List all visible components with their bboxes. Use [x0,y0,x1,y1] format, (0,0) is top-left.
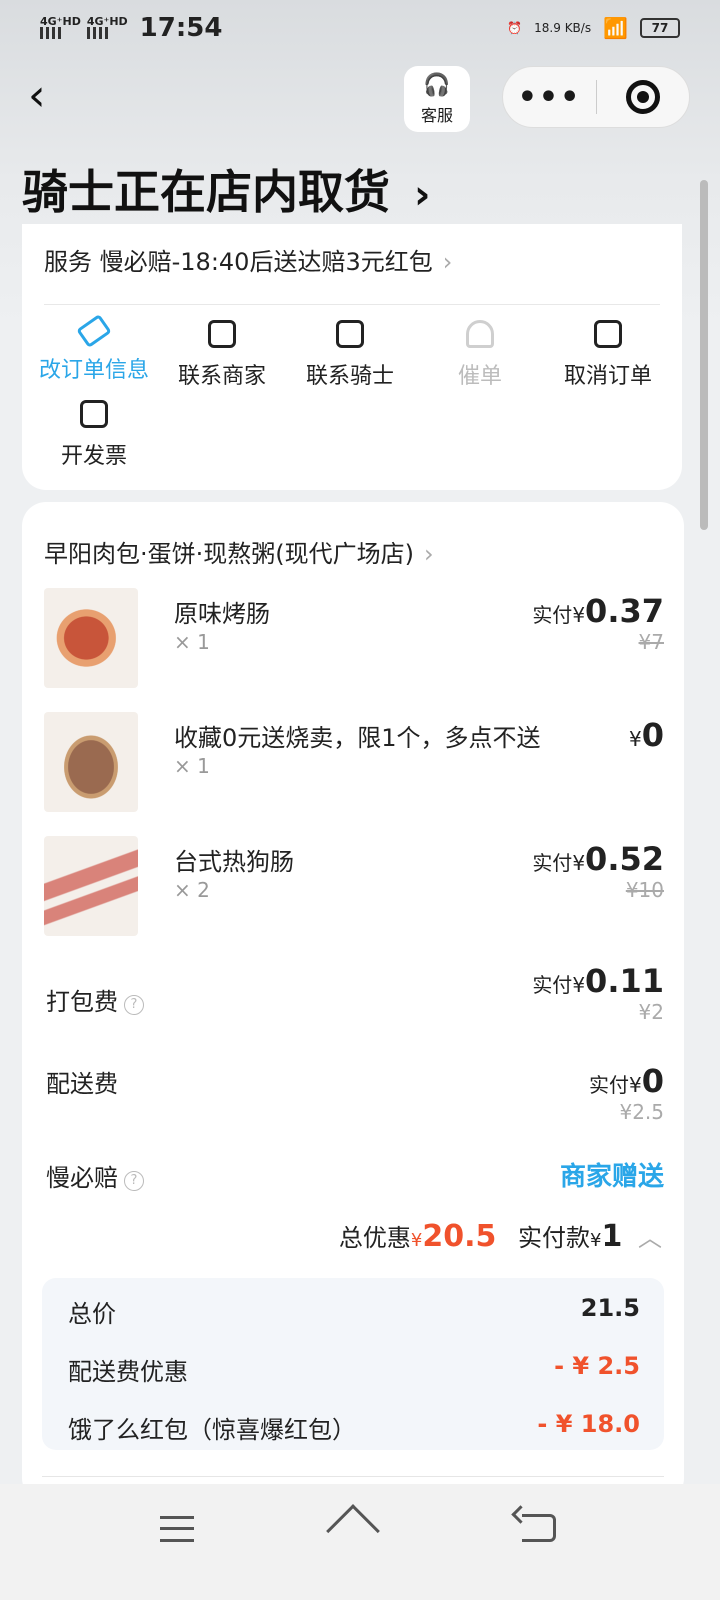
divider [42,1476,664,1477]
alarm-icon: ⏰ [507,21,523,35]
status-time: 17:54 [139,13,223,43]
help-icon[interactable]: ? [124,1171,144,1191]
more-dots-icon: ••• [517,79,582,115]
item-name: 台式热狗肠 [174,848,294,876]
signal-icon-2: 4G⁺HD [86,16,128,41]
close-miniapp-button[interactable] [597,80,689,114]
action-label: 开发票 [60,444,127,469]
customer-service-label: 客服 [420,106,453,125]
item-qty: × 1 [174,630,210,654]
chevron-right-icon: › [442,248,453,276]
chevron-left-icon: ‹ [28,70,46,121]
chat-icon [336,320,364,348]
price-breakdown: 总价 21.5 配送费优惠 - ¥ 2.5 饿了么红包（惊喜爆红包） - ¥ 18.0 [42,1278,664,1450]
item-price: 实付¥0.52 ¥10 [532,840,664,902]
original-price: ¥2.5 [619,1100,664,1124]
item-qty: × 2 [174,878,210,902]
edit-order-button[interactable]: 改订单信息 [30,313,158,384]
home-icon[interactable] [326,1504,380,1558]
shop-name: 早阳肉包·蛋饼·现熬粥(现代广场店) [44,540,414,568]
action-label: 取消订单 [563,364,652,389]
customer-service-button[interactable]: 🎧 客服 [404,66,470,132]
shop-name-row[interactable]: 早阳肉包·蛋饼·现熬粥(现代广场店) › [44,534,434,569]
chevron-right-icon: › [423,540,434,568]
miniapp-capsule: ••• [502,66,690,128]
menu-icon[interactable] [160,1516,194,1542]
bell-icon [466,320,494,348]
action-label: 催单 [457,364,502,389]
list-item[interactable]: 台式热狗肠 × 2 实付¥0.52 ¥10 [44,836,664,936]
original-price: ¥7 [638,630,664,654]
item-price: 实付¥0.37 ¥7 [532,592,664,654]
order-status-title[interactable]: 骑士正在店内取货 › [22,156,431,222]
breakdown-row: 饿了么红包（惊喜爆红包） - ¥ 18.0 [68,1410,640,1444]
original-price: ¥10 [625,878,664,902]
totals-row[interactable]: 总优惠¥20.5 实付款¥1 ︿ [339,1218,662,1254]
wifi-icon: 📶 [603,16,628,40]
chat-icon [208,320,236,348]
original-price: ¥2 [638,1000,664,1024]
delivery-fee-row: 配送费 实付¥0 ¥2.5 [44,1060,664,1130]
net-speed: 18.9 KB/s [534,21,592,35]
slow-comp-value: 商家赠送 [559,1162,664,1192]
paid-value: 1 [601,1219,623,1254]
action-label: 改订单信息 [38,358,149,383]
action-label: 联系商家 [177,364,266,389]
invoice-button[interactable]: 开发票 [30,400,158,470]
product-image [44,836,138,936]
invoice-icon [80,400,108,428]
status-bar: 4G⁺HD 4G⁺HD 17:54 ⏰ 18.9 KB/s 📶 77 [0,0,720,56]
product-image [44,712,138,812]
packing-fee-row: 打包费? 实付¥0.11 ¥2 [44,962,664,1032]
slow-comp-label: 慢必赔 [46,1164,118,1192]
discount-label: 总优惠 [338,1224,411,1252]
headset-icon: 🎧 [423,73,451,98]
target-icon [625,80,660,114]
system-nav-bar [0,1484,720,1600]
urge-order-button[interactable]: 催单 [416,320,544,390]
scrollbar[interactable] [700,180,708,530]
delivery-fee-label: 配送费 [46,1070,118,1098]
breakdown-row: 配送费优惠 - ¥ 2.5 [68,1352,640,1386]
list-item[interactable]: 收藏0元送烧卖，限1个，多点不送 × 1 ¥0 [44,712,664,812]
service-text: 服务 慢必赔-18:40后送达赔3元红包 [44,248,433,276]
battery-icon: 77 [640,18,680,38]
order-actions-card: 服务 慢必赔-18:40后送达赔3元红包 › 改订单信息 联系商家 联系骑士 催单… [22,224,682,490]
item-qty: × 1 [174,754,210,778]
back-button[interactable]: ‹ [28,74,68,118]
item-price: ¥0 [629,716,664,754]
back-nav-icon[interactable] [522,1514,556,1542]
paid-label: 实付款 [518,1224,591,1252]
cancel-order-button[interactable]: 取消订单 [544,320,672,390]
item-name: 收藏0元送烧卖，限1个，多点不送 [174,724,541,752]
packing-fee-price: 实付¥0.11 ¥2 [532,962,664,1024]
breakdown-row: 总价 21.5 [68,1294,640,1328]
help-icon[interactable]: ? [124,995,144,1015]
slow-comp-row: 慢必赔? 商家赠送 [44,1156,664,1196]
list-item[interactable]: 原味烤肠 × 1 实付¥0.37 ¥7 [44,588,664,688]
discount-value: 20.5 [422,1219,497,1254]
packing-fee-label: 打包费 [46,988,118,1016]
divider [44,304,660,305]
action-label: 联系骑士 [305,364,394,389]
item-name: 原味烤肠 [174,600,270,628]
delivery-fee-price: 实付¥0 ¥2.5 [589,1062,664,1124]
title-chevron-icon: › [414,172,431,218]
chevron-up-icon: ︿ [638,1224,662,1252]
more-button[interactable]: ••• [503,80,596,115]
order-detail-card: 早阳肉包·蛋饼·现熬粥(现代广场店) › 原味烤肠 × 1 实付¥0.37 ¥7 … [22,502,684,1502]
service-row[interactable]: 服务 慢必赔-18:40后送达赔3元红包 › [44,242,452,277]
contact-merchant-button[interactable]: 联系商家 [158,320,286,390]
status-right: ⏰ 18.9 KB/s 📶 77 [507,16,680,40]
signal-icon: 4G⁺HD [40,16,81,41]
product-image [44,588,138,688]
edit-icon [76,313,112,349]
cancel-doc-icon [594,320,622,348]
contact-rider-button[interactable]: 联系骑士 [286,320,414,390]
